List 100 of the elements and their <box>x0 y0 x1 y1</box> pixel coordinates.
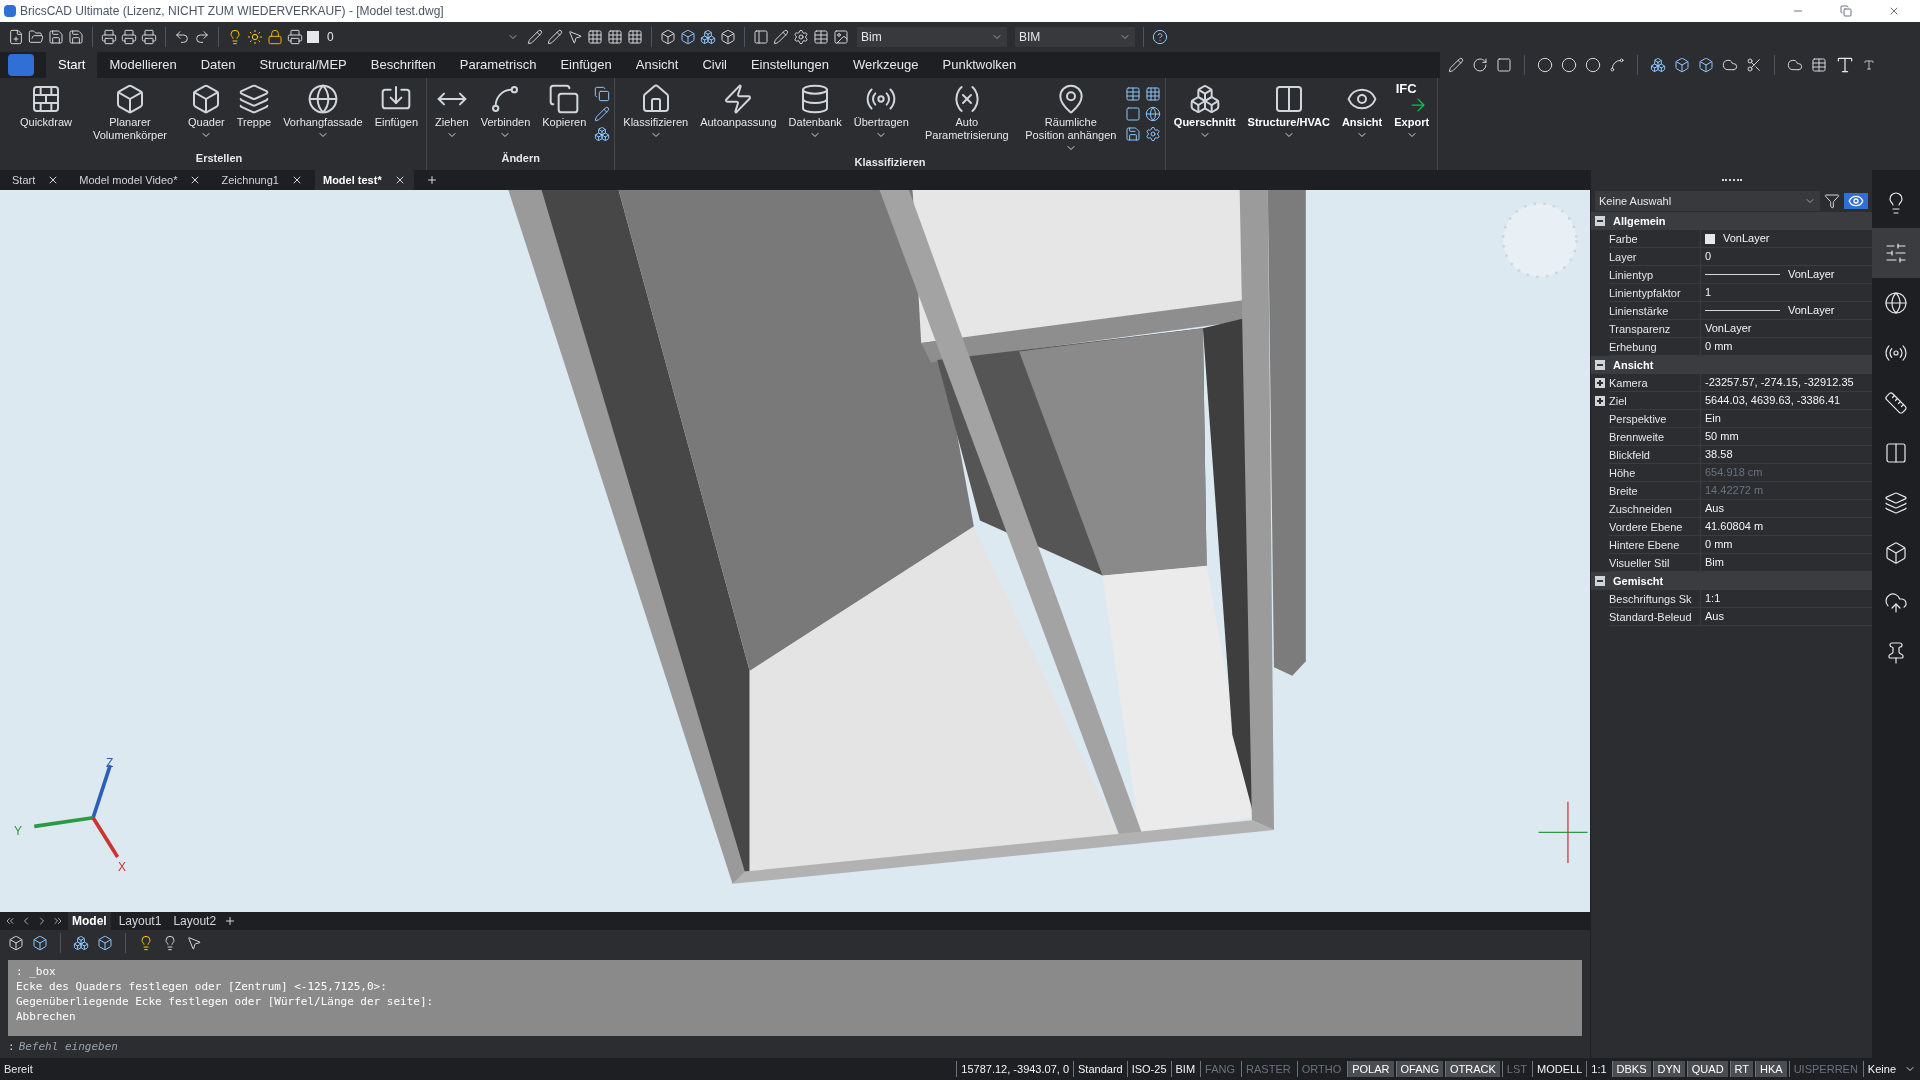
boxes-icon[interactable] <box>1188 83 1221 115</box>
cube-icon[interactable] <box>32 935 48 951</box>
property-value[interactable]: Ein <box>1701 410 1872 428</box>
ribbon-tab[interactable]: Civil <box>690 52 739 78</box>
cube-icon[interactable] <box>720 29 736 45</box>
ribbon-button[interactable]: Structure/HVAC <box>1243 82 1334 141</box>
layout-tab[interactable]: Layout2 <box>169 912 221 930</box>
save-icon[interactable] <box>68 29 84 45</box>
document-tab[interactable]: Zeichnung1 <box>213 170 311 190</box>
status-text[interactable]: MODELL <box>1532 1060 1587 1078</box>
circle-icon[interactable] <box>1585 57 1601 73</box>
collapse-icon[interactable] <box>1595 576 1605 586</box>
status-toggle[interactable]: HKA <box>1755 1060 1787 1078</box>
brick-wall-icon[interactable] <box>30 83 62 115</box>
circle-icon[interactable] <box>1561 57 1577 73</box>
square-icon[interactable] <box>1124 106 1141 122</box>
gear-icon[interactable] <box>1144 126 1161 142</box>
document-tab[interactable]: Model model Video* <box>71 170 210 190</box>
grid-icon[interactable] <box>607 29 623 45</box>
first-icon[interactable] <box>4 915 16 927</box>
ribbon-tab[interactable]: Structural/MEP <box>247 52 359 78</box>
cube-icon[interactable] <box>1674 57 1690 73</box>
cube-icon[interactable] <box>8 935 24 951</box>
property-section-header[interactable]: Allgemein <box>1591 212 1872 230</box>
property-value[interactable]: VonLayer <box>1701 302 1872 320</box>
close-icon[interactable] <box>291 174 303 186</box>
cloud-icon[interactable] <box>1722 57 1738 73</box>
ribbon-button[interactable]: Quader <box>183 82 229 141</box>
collapse-icon[interactable] <box>1595 216 1605 226</box>
boxes-icon[interactable] <box>73 935 89 951</box>
expand-icon[interactable] <box>1595 378 1605 388</box>
selection-dropdown[interactable]: Keine Auswahl <box>1595 191 1820 211</box>
ribbon-tab[interactable]: Daten <box>188 52 248 78</box>
grid-icon[interactable] <box>627 29 643 45</box>
expand-icon[interactable] <box>1595 396 1605 406</box>
boxes-icon[interactable] <box>1650 57 1666 73</box>
save-icon[interactable] <box>1124 126 1141 142</box>
line-icon[interactable] <box>1448 57 1464 73</box>
layout-tab[interactable]: Layout1 <box>114 912 166 930</box>
cloud-icon[interactable] <box>1787 57 1803 73</box>
ribbon-tab[interactable]: Parametrisch <box>447 52 549 78</box>
ribbon-tab[interactable]: Einfügen <box>548 52 624 78</box>
ribbon-button[interactable]: Ziehen <box>431 82 473 141</box>
open-folder-icon[interactable] <box>28 29 44 45</box>
pencil-icon[interactable] <box>773 29 789 45</box>
help-icon[interactable] <box>1152 29 1168 45</box>
printer-icon[interactable] <box>287 29 303 45</box>
ribbon-button[interactable]: Autoanpassung <box>696 82 781 129</box>
table-icon[interactable] <box>1124 86 1141 102</box>
property-value[interactable]: 41.60804 m <box>1701 518 1872 536</box>
boxes-icon[interactable] <box>594 126 611 142</box>
ribbon-button[interactable]: Verbinden <box>476 82 535 141</box>
document-tab[interactable]: Start <box>4 170 68 190</box>
property-value[interactable]: 50 mm <box>1701 428 1872 446</box>
save-icon[interactable] <box>48 29 64 45</box>
property-value[interactable]: 1:1 <box>1701 590 1872 608</box>
property-value[interactable]: 38.58 <box>1701 446 1872 464</box>
last-icon[interactable] <box>52 915 64 927</box>
ribbon-tab[interactable]: Beschriften <box>358 52 448 78</box>
lightbulb-icon[interactable] <box>138 935 154 951</box>
status-toggle[interactable]: OFANG <box>1395 1060 1443 1078</box>
property-value[interactable]: VonLayer <box>1701 266 1872 284</box>
property-value[interactable]: 0 <box>1701 248 1872 266</box>
property-value[interactable]: VonLayer <box>1701 230 1872 248</box>
printer-icon[interactable] <box>121 29 137 45</box>
status-toggle[interactable]: OTRACK <box>1445 1060 1500 1078</box>
ribbon-button[interactable]: Querschnitt <box>1169 82 1240 141</box>
sun-icon[interactable] <box>247 29 263 45</box>
new-file-icon[interactable] <box>8 29 24 45</box>
visual-style-dropdown[interactable]: Bim <box>857 27 1007 47</box>
cube-icon[interactable] <box>660 29 676 45</box>
image-icon[interactable] <box>833 29 849 45</box>
grid-icon[interactable] <box>587 29 603 45</box>
collapse-icon[interactable] <box>1595 360 1605 370</box>
ribbon-button[interactable]: Räumliche Position anhängen <box>1020 82 1121 154</box>
rectangle-icon[interactable] <box>1496 57 1512 73</box>
lock-icon[interactable] <box>267 29 283 45</box>
add-tab-icon[interactable] <box>425 174 438 186</box>
pointer-icon[interactable] <box>567 29 583 45</box>
cube-icon[interactable] <box>97 935 113 951</box>
printer-icon[interactable] <box>141 29 157 45</box>
grid-icon[interactable] <box>1144 86 1161 102</box>
ribbon-button[interactable]: IFC Export <box>1390 82 1434 141</box>
ribbon-button[interactable]: Übertragen <box>849 82 913 141</box>
status-toggle[interactable]: POLAR <box>1347 1060 1394 1078</box>
arc-icon[interactable] <box>1472 57 1488 73</box>
cube-icon[interactable] <box>680 29 696 45</box>
ribbon-button[interactable]: Einfügen <box>370 82 423 129</box>
globe-icon[interactable] <box>306 83 339 115</box>
cube-icon[interactable] <box>1698 57 1714 73</box>
globe-icon[interactable] <box>1144 106 1161 122</box>
ribbon-tab[interactable]: Werkzeuge <box>841 52 931 78</box>
status-toggle[interactable]: QUAD <box>1686 1060 1728 1078</box>
status-text[interactable]: Keine <box>1862 1060 1900 1078</box>
table-icon[interactable] <box>1811 57 1827 73</box>
lightbulb-icon[interactable] <box>227 29 243 45</box>
property-value[interactable]: VonLayer <box>1701 320 1872 338</box>
document-tab[interactable]: Model test* <box>315 170 414 190</box>
property-value[interactable]: 1 <box>1701 284 1872 302</box>
add-layout-icon[interactable] <box>224 915 237 927</box>
